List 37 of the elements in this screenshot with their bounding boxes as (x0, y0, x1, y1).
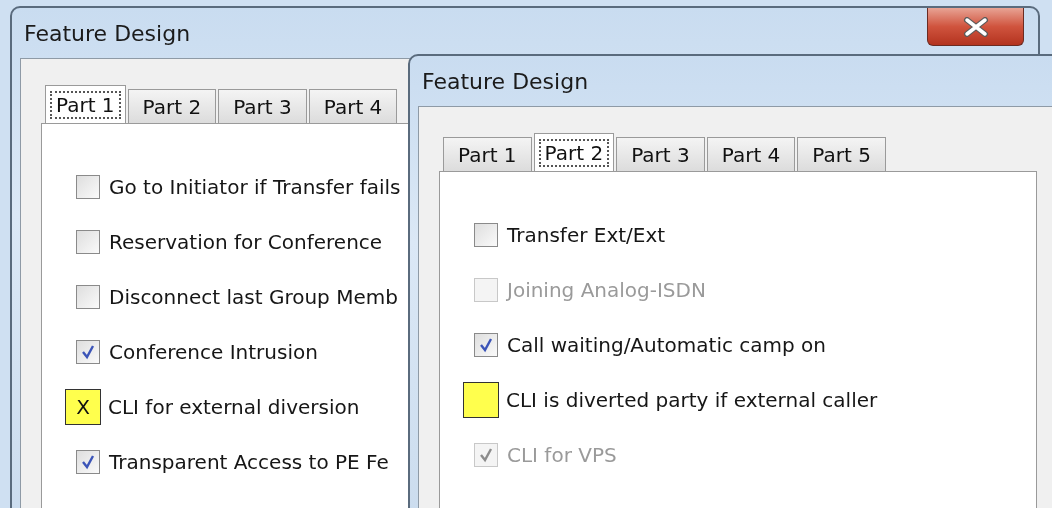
checkbox[interactable] (76, 284, 100, 309)
check-icon (80, 343, 96, 360)
highlight-marker (463, 381, 499, 418)
checkbox[interactable] (474, 332, 498, 357)
check-icon (478, 446, 494, 463)
tab[interactable]: Part 1 (45, 85, 126, 123)
window-title: Feature Design (24, 20, 191, 46)
checkbox[interactable] (76, 449, 100, 474)
checkbox[interactable] (474, 222, 498, 247)
option-label: CLI for external diversion (108, 394, 360, 419)
tab[interactable]: Part 2 (533, 133, 615, 171)
tab[interactable]: Part 4 (308, 89, 398, 123)
tab[interactable]: Part 4 (706, 137, 796, 171)
checkbox[interactable] (76, 339, 100, 364)
option-label: Call waiting/Automatic camp on (507, 332, 826, 357)
checkbox[interactable] (76, 229, 100, 254)
option-label: Transparent Access to PE Fe (109, 449, 389, 474)
option-label: Transfer Ext/Ext (507, 222, 666, 247)
check-icon (478, 336, 494, 353)
tab[interactable]: Part 2 (127, 89, 217, 123)
option-label: Reservation for Conference (109, 229, 383, 254)
tab[interactable]: Part 3 (616, 137, 705, 171)
tab[interactable]: Part 3 (218, 89, 307, 123)
checkbox[interactable] (76, 174, 100, 199)
close-icon (962, 16, 989, 37)
option-label: Conference Intrusion (109, 339, 318, 364)
option-label: Joining Analog-ISDN (507, 277, 706, 302)
option-label: CLI is diverted party if external caller (506, 387, 878, 412)
window-title: Feature Design (422, 68, 589, 94)
option-label: Go to Initiator if Transfer fails (109, 174, 401, 199)
tab[interactable]: Part 5 (797, 137, 886, 171)
option-label: CLI for VPS (507, 442, 617, 467)
close-button[interactable] (927, 8, 1024, 46)
highlight-marker: X (65, 388, 101, 425)
check-icon (80, 453, 96, 470)
option-label: Disconnect last Group Memb (109, 284, 398, 309)
tab[interactable]: Part 1 (443, 137, 532, 171)
